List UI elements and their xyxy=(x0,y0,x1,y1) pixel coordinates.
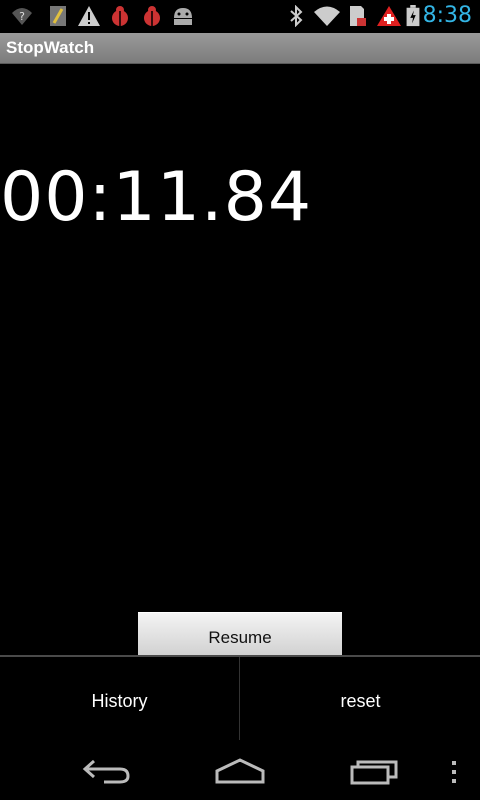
bug-icon xyxy=(144,6,160,26)
battery-charging-icon xyxy=(406,5,420,27)
android-icon xyxy=(174,8,192,25)
bottom-action-bar: History reset xyxy=(0,655,480,742)
status-time: 8:38 xyxy=(422,3,472,28)
alert-plus-icon xyxy=(377,6,401,26)
resume-button[interactable]: Resume xyxy=(138,612,342,658)
reset-button[interactable]: reset xyxy=(241,657,480,742)
recent-apps-icon[interactable] xyxy=(350,759,398,785)
back-icon[interactable] xyxy=(82,757,132,785)
screen: ? 8:38 StopWatch 00:11.84 Resume History… xyxy=(0,0,480,800)
elapsed-time-display: 00:11.84 xyxy=(0,158,313,237)
home-icon[interactable] xyxy=(214,757,266,785)
overflow-menu-icon[interactable] xyxy=(450,760,458,784)
sim-icon xyxy=(50,6,66,26)
title-bar: StopWatch xyxy=(0,33,480,64)
status-bar: ? 8:38 xyxy=(0,0,480,33)
bluetooth-icon xyxy=(290,5,303,27)
sd-card-icon xyxy=(350,6,366,26)
navigation-bar xyxy=(0,740,480,800)
warning-icon xyxy=(78,6,100,26)
svg-text:?: ? xyxy=(19,10,25,23)
bug-icon xyxy=(112,6,128,26)
wifi-question-icon: ? xyxy=(12,8,32,25)
action-divider xyxy=(239,657,240,742)
wifi-icon xyxy=(314,6,340,26)
history-button[interactable]: History xyxy=(0,657,239,742)
app-title: StopWatch xyxy=(6,38,95,57)
